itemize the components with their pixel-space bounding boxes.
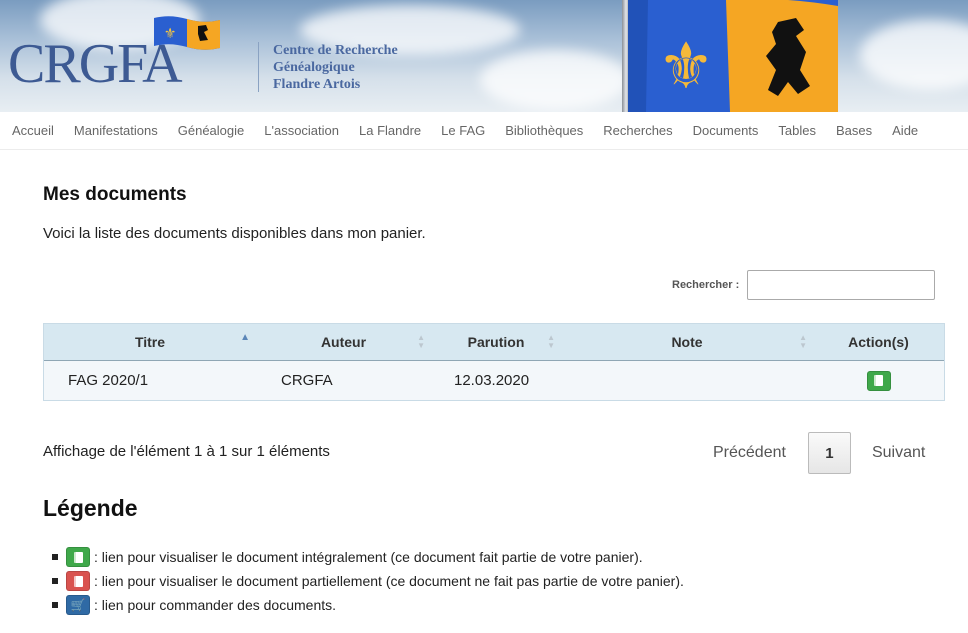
table-info: Affichage de l'élément 1 à 1 sur 1 éléme… [43, 443, 330, 460]
svg-text:⚜: ⚜ [657, 30, 714, 104]
column-label: Titre [134, 334, 166, 350]
legend-text: : lien pour commander des documents. [94, 597, 337, 613]
svg-text:⚜: ⚜ [164, 26, 177, 42]
column-label: Action(s) [848, 334, 909, 350]
logo-divider [258, 42, 259, 92]
page-title: Mes documents [43, 184, 187, 205]
bullet-icon [52, 554, 58, 560]
nav-item-accueil[interactable]: Accueil [12, 123, 54, 138]
documents-table: Titre ▲ Auteur ▲ ▼ Parution ▲ ▼ Note ▲ ▼ Ac… [43, 323, 945, 401]
legend-text: : lien pour visualiser le document parti… [94, 573, 684, 589]
column-label: Parution [467, 334, 525, 350]
pagination-next[interactable]: Suivant [872, 444, 925, 462]
book-icon [66, 547, 90, 567]
nav-item-genealogie[interactable]: Généalogie [178, 123, 245, 138]
book-icon [66, 571, 90, 591]
nav-item-fag[interactable]: Le FAG [441, 123, 485, 138]
nav-item-bases[interactable]: Bases [836, 123, 872, 138]
legend-item: 🛒 : lien pour commander des documents. [52, 593, 684, 617]
page-intro: Voici la liste des documents disponibles… [43, 225, 426, 242]
cloud-decoration [480, 50, 630, 110]
cloud-decoration [860, 20, 968, 90]
column-label: Auteur [320, 334, 367, 350]
column-header-titre[interactable]: Titre ▲ [44, 324, 256, 360]
search-label: Rechercher : [672, 279, 740, 291]
bullet-icon [52, 602, 58, 608]
nav-item-recherches[interactable]: Recherches [603, 123, 672, 138]
book-icon [874, 375, 883, 386]
sort-asc-icon: ▲ [240, 332, 250, 343]
legend-text: : lien pour visualiser le document intég… [94, 549, 643, 565]
legend-list: : lien pour visualiser le document intég… [52, 545, 684, 617]
legend-title: Légende [43, 495, 138, 521]
cell-titre: FAG 2020/1 [68, 372, 149, 389]
column-header-parution[interactable]: Parution ▲ ▼ [431, 324, 561, 360]
nav-item-flandre[interactable]: La Flandre [359, 123, 421, 138]
column-label: Note [671, 334, 703, 350]
column-header-actions: Action(s) [813, 324, 944, 360]
tagline-line: Flandre Artois [273, 77, 361, 92]
sort-icon: ▲ ▼ [547, 333, 555, 350]
sort-icon: ▲ ▼ [417, 333, 425, 350]
table-row: FAG 2020/1 CRGFA 12.03.2020 [44, 361, 944, 400]
column-header-note[interactable]: Note ▲ ▼ [561, 324, 813, 360]
cell-actions [813, 370, 944, 391]
big-flag-icon: ⚜ [628, 0, 838, 112]
cell-auteur: CRGFA [281, 372, 333, 389]
table-header: Titre ▲ Auteur ▲ ▼ Parution ▲ ▼ Note ▲ ▼ Ac… [44, 324, 944, 361]
pagination: Précédent 1 Suivant [700, 432, 925, 474]
nav-item-bibliotheques[interactable]: Bibliothèques [505, 123, 583, 138]
main-nav: Accueil Manifestations Généalogie L'asso… [0, 112, 968, 150]
bullet-icon [52, 578, 58, 584]
view-full-document-button[interactable] [866, 370, 891, 391]
site-tagline: Centre de Recherche Généalogique Flandre… [273, 42, 398, 93]
cart-icon: 🛒 [66, 595, 90, 615]
nav-item-documents[interactable]: Documents [693, 123, 759, 138]
cell-parution: 12.03.2020 [454, 372, 530, 389]
tagline-line: Centre de Recherche [273, 43, 398, 58]
column-header-auteur[interactable]: Auteur ▲ ▼ [256, 324, 431, 360]
nav-item-association[interactable]: L'association [264, 123, 339, 138]
pagination-page-1[interactable]: 1 [807, 432, 851, 474]
nav-item-manifestations[interactable]: Manifestations [74, 123, 158, 138]
legend-item: : lien pour visualiser le document intég… [52, 545, 684, 569]
search-input[interactable] [747, 270, 936, 300]
header-banner: CRGFA ⚜ Centre de Recherche Généalogique… [0, 0, 968, 112]
tagline-line: Généalogique [273, 60, 355, 75]
small-flag-icon: ⚜ [154, 16, 220, 50]
sort-icon: ▲ ▼ [799, 333, 807, 350]
legend-item: : lien pour visualiser le document parti… [52, 569, 684, 593]
search-box: Rechercher : [672, 270, 936, 300]
nav-item-tables[interactable]: Tables [778, 123, 816, 138]
nav-item-aide[interactable]: Aide [892, 123, 918, 138]
pagination-prev[interactable]: Précédent [713, 444, 786, 462]
